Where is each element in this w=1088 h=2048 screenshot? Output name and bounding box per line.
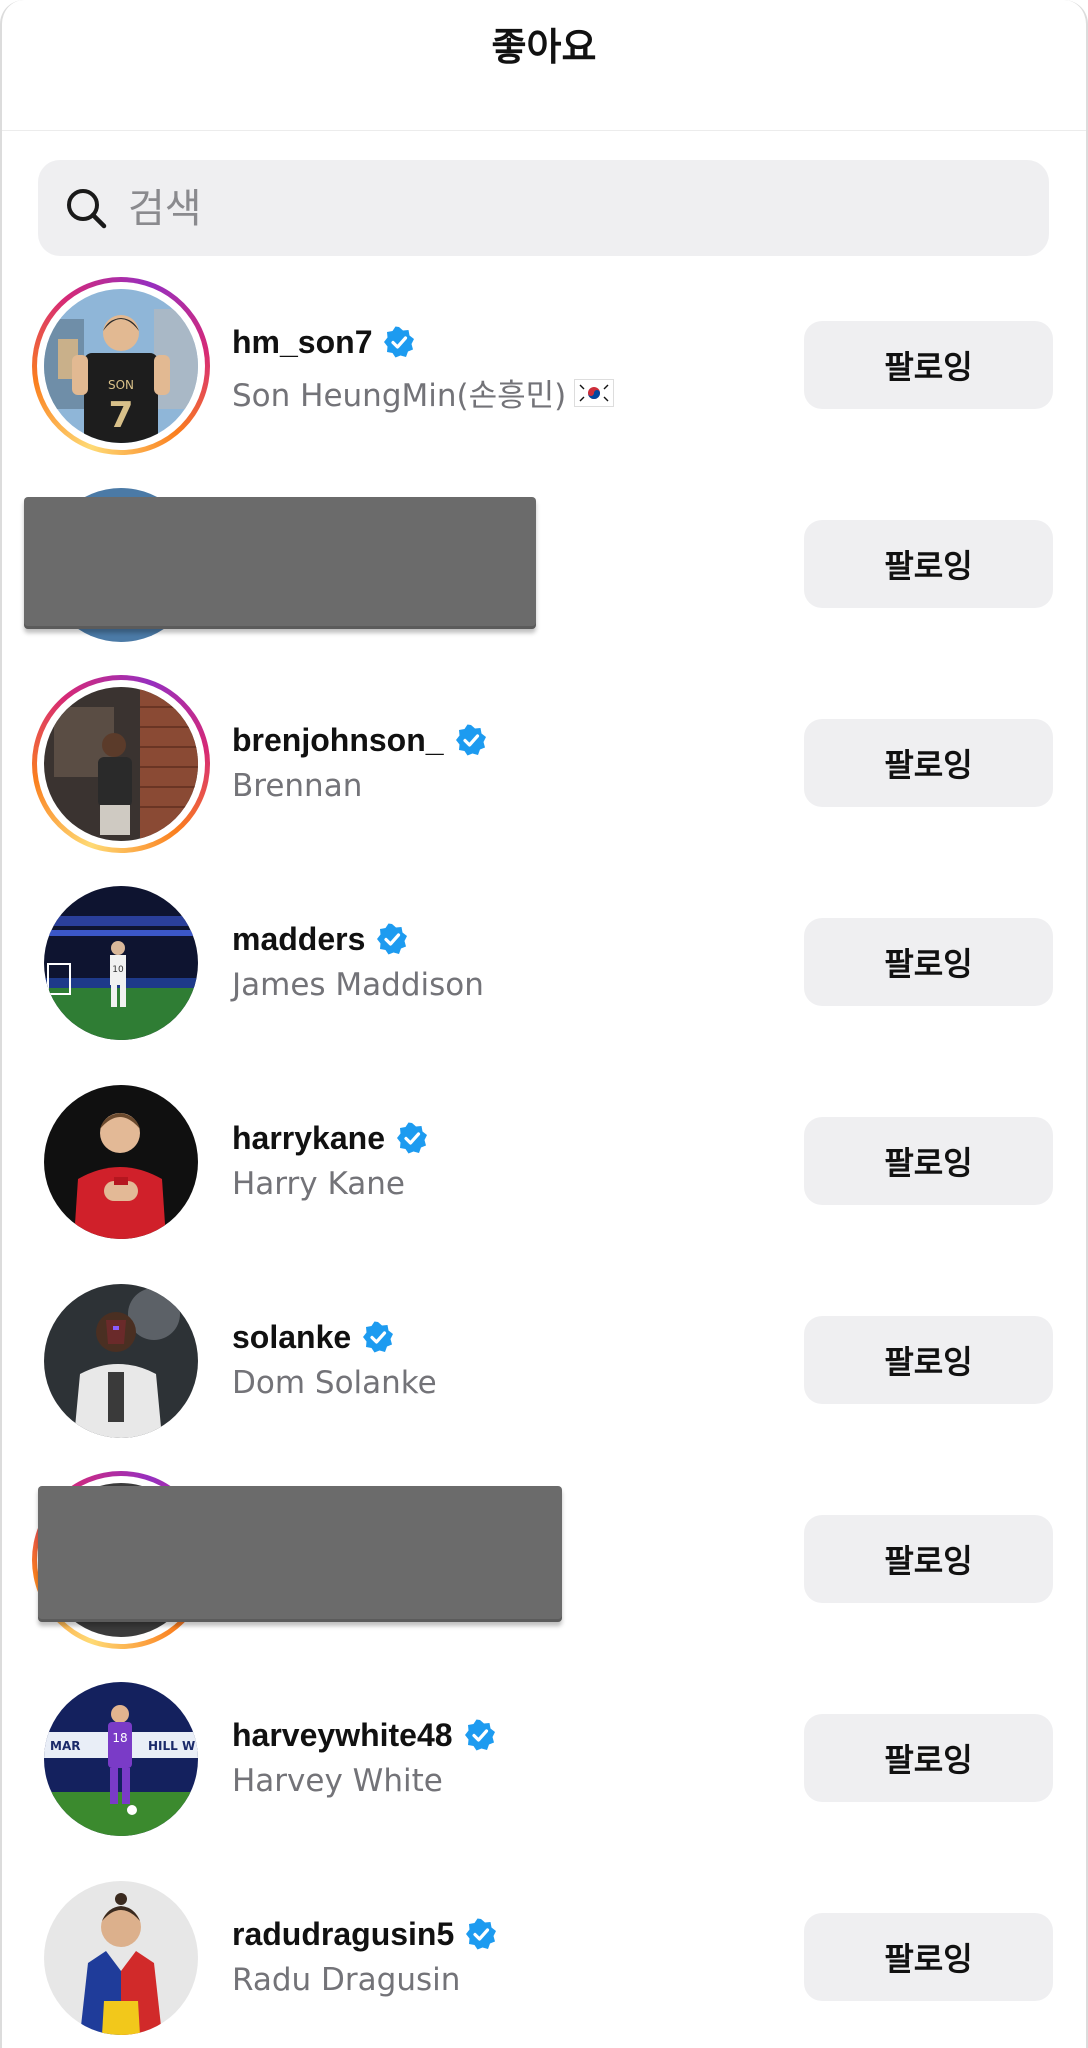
verified-badge-icon [384,326,415,358]
search-bar[interactable] [38,160,1049,256]
following-button[interactable]: 팔로잉 [804,1316,1053,1404]
username[interactable]: brenjohnson_ [232,720,488,760]
korea-flag-icon [574,378,615,407]
avatar[interactable]: MAR HILL W 18 [44,1682,198,1836]
list-item[interactable]: solanke Dom Solanke 팔로잉 [0,1261,1088,1460]
verified-badge-icon [377,923,408,955]
redaction-block [24,497,536,629]
avatar[interactable] [44,1085,198,1239]
verified-badge-icon [455,724,486,756]
verified-badge-icon [363,1321,394,1353]
search-input[interactable] [126,178,1010,240]
list-item[interactable]: 10 madders James Maddison 팔로잉 [0,863,1088,1062]
svg-text:MAR: MAR [50,1739,80,1753]
svg-text:7: 7 [108,395,133,436]
list-item[interactable]: MAR HILL W 18 harveywhite48 Harvey White… [0,1659,1088,1858]
username[interactable]: radudragusin5 [232,1914,498,1954]
full-name: James Maddison [232,967,484,1003]
following-button[interactable]: 팔로잉 [804,520,1053,608]
list-item[interactable]: radudragusin5 Radu Dragusin 팔로잉 [0,1858,1088,2048]
page-title: 좋아요 [491,25,597,69]
svg-text:18: 18 [112,1731,127,1745]
list-item[interactable]: SON 7 hm_son7 Son HeungMin(손흥민) 팔로잉 [0,266,1088,465]
story-ring[interactable] [32,675,210,853]
avatar[interactable] [44,1881,198,2035]
full-name: Son HeungMin(손흥민) [232,370,615,415]
username[interactable]: harveywhite48 [232,1715,497,1755]
list-item[interactable]: brenjohnson_ Brennan 팔로잉 [0,664,1088,863]
header: 좋아요 [0,0,1088,131]
following-button[interactable]: 팔로잉 [804,1117,1053,1205]
story-ring[interactable] [32,1272,210,1450]
avatar[interactable] [44,687,198,841]
username[interactable]: harrykane [232,1118,429,1158]
avatar[interactable] [44,1284,198,1438]
likes-sheet: 좋아요 SON [0,0,1088,2048]
avatar[interactable]: SON 7 [44,289,198,443]
redaction-block [38,1486,562,1622]
following-button[interactable]: 팔로잉 [804,1714,1053,1802]
following-button[interactable]: 팔로잉 [804,1913,1053,2001]
story-ring[interactable] [32,1869,210,2047]
full-name: Radu Dragusin [232,1962,461,1998]
full-name: Brennan [232,768,363,804]
story-ring[interactable]: 10 [32,874,210,1052]
full-name: Harvey White [232,1763,443,1799]
following-button[interactable]: 팔로잉 [804,918,1053,1006]
search-icon [67,189,107,229]
username[interactable]: hm_son7 [232,322,416,362]
username[interactable]: madders [232,919,409,959]
following-button[interactable]: 팔로잉 [804,1515,1053,1603]
story-ring[interactable]: SON 7 [32,277,210,455]
story-ring[interactable]: MAR HILL W 18 [32,1670,210,1848]
full-name: Dom Solanke [232,1365,437,1401]
svg-text:HILL W: HILL W [148,1739,195,1753]
verified-badge-icon [466,1918,497,1950]
svg-text:SON: SON [108,378,134,392]
following-button[interactable]: 팔로잉 [804,719,1053,807]
username[interactable]: solanke [232,1317,395,1357]
story-ring[interactable] [32,1073,210,1251]
verified-badge-icon [396,1122,427,1154]
list-item[interactable]: harrykane Harry Kane 팔로잉 [0,1062,1088,1261]
following-button[interactable]: 팔로잉 [804,321,1053,409]
avatar[interactable]: 10 [44,886,198,1040]
verified-badge-icon [464,1719,495,1751]
full-name: Harry Kane [232,1166,405,1202]
svg-text:10: 10 [112,965,124,975]
